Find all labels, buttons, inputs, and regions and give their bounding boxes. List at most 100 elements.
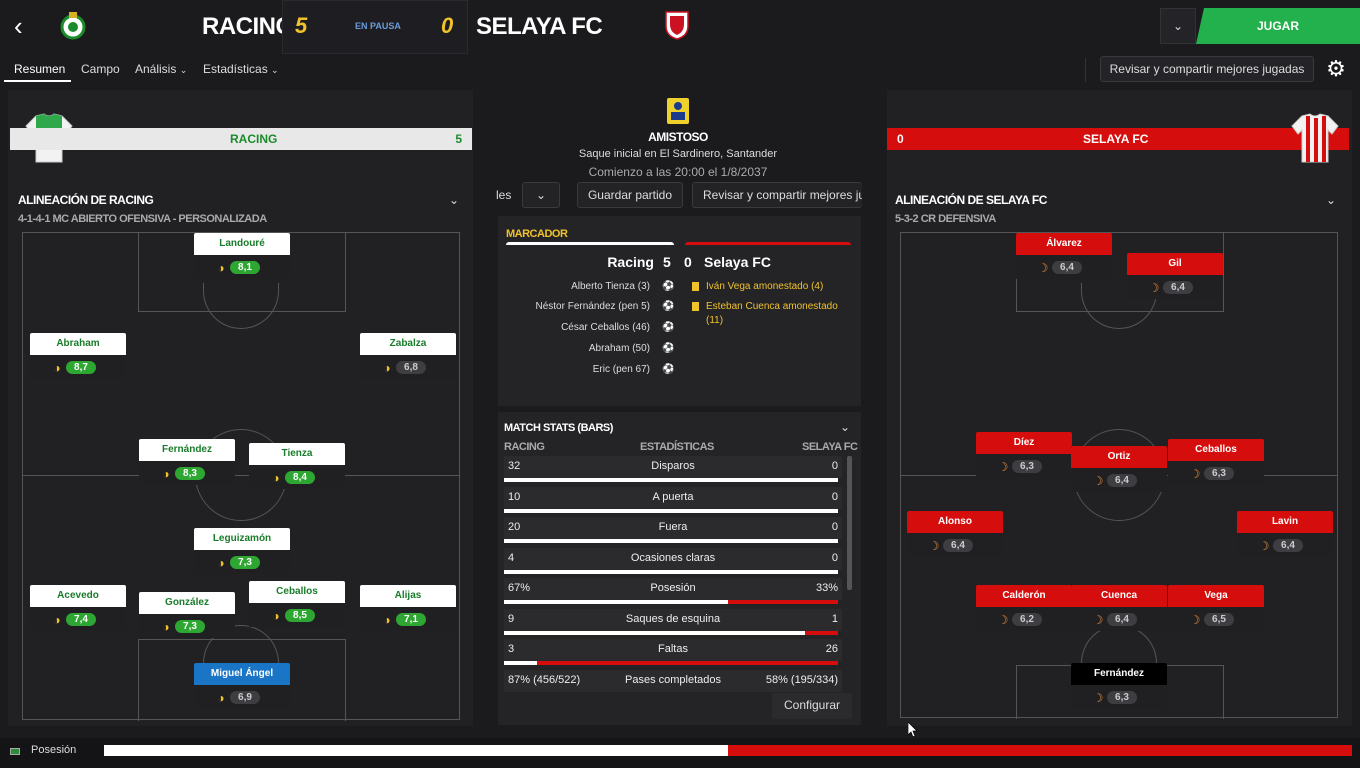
scoreboard-title: MARCADOR (506, 228, 568, 240)
stat-label: Saques de esquina (625, 612, 721, 625)
active-tab-underline (4, 80, 71, 82)
home-player-card[interactable]: Fernández ◑ 8,3 (139, 439, 235, 485)
home-player-card[interactable]: Landouré ◑ 8,1 (194, 233, 290, 279)
stat-bar-home (504, 630, 805, 635)
home-player-card[interactable]: Abraham ◑ 8,7 (30, 333, 126, 379)
possession-icon (10, 748, 20, 755)
home-player-card[interactable]: González ◑ 7,3 (139, 592, 235, 638)
home-player-card[interactable]: Alijas ◑ 7,1 (360, 585, 456, 631)
form-icon: ☽ (1148, 281, 1160, 295)
stat-row: 87% (456/522) Pases completados 58% (195/3… (504, 669, 842, 692)
away-player-card[interactable]: Álvarez ☽ 6,4 (1016, 233, 1112, 279)
stat-bar-home (504, 539, 838, 543)
player-rating: 7,1 (396, 613, 426, 626)
away-team-name: SELAYA FC (476, 13, 603, 40)
away-score: 0 (441, 13, 454, 38)
away-player-card[interactable]: Ortiz ☽ 6,4 (1071, 446, 1167, 492)
away-player-card[interactable]: Alonso ☽ 6,4 (907, 511, 1003, 557)
home-player-card[interactable]: Leguizamón ◑ 7,3 (194, 528, 290, 574)
stat-row: 4 Ocasiones claras 0 (504, 547, 842, 570)
tab-estadisticas[interactable]: Estadísticas ⌄ (203, 62, 279, 76)
kickoff-text: Comienzo a las 20:00 el 1/8/2037 (588, 165, 768, 179)
player-rating: 6,4 (1052, 261, 1082, 274)
chevron-down-icon[interactable]: ⌄ (840, 420, 850, 434)
away-player-card[interactable]: Gil ☽ 6,4 (1127, 253, 1223, 299)
chevron-down-icon[interactable]: ⌄ (1326, 193, 1336, 207)
away-lineup-title: ALINEACIÓN DE SELAYA FC (895, 193, 1047, 207)
left-dropdown-label[interactable]: les (496, 188, 511, 202)
player-rating: 6,3 (1107, 691, 1137, 704)
home-pitch (22, 232, 460, 721)
stat-label: A puerta (652, 490, 694, 503)
stat-bar-home (504, 508, 838, 513)
chevron-down-icon: ⌄ (271, 65, 279, 75)
player-name: Miguel Ángel (194, 663, 290, 685)
card-event-continued: (11) (706, 315, 724, 326)
form-icon: ◑ (272, 609, 280, 623)
ball-icon: ⚽ (662, 364, 675, 375)
stats-col-mid: ESTADÍSTICAS (640, 441, 714, 453)
stat-row: 10 A puerta 0 (504, 486, 842, 509)
stat-away-value: 0 (831, 490, 838, 503)
play-dropdown-button[interactable]: ⌄ (1160, 8, 1196, 44)
stat-away-value: 0 (831, 460, 838, 472)
away-player-card[interactable]: Cuenca ☽ 6,4 (1071, 585, 1167, 631)
away-player-card[interactable]: Vega ☽ 6,5 (1168, 585, 1264, 631)
player-rating: 7,3 (175, 620, 205, 633)
player-name: Lavin (1237, 511, 1333, 533)
form-icon: ◑ (383, 361, 391, 375)
card-event: Esteban Cuenca amonestado (706, 301, 838, 312)
home-player-card[interactable]: Miguel Ángel ◑ 6,9 (194, 663, 290, 709)
play-button[interactable]: JUGAR (1196, 8, 1360, 44)
stat-away-value: 0 (831, 521, 838, 533)
home-player-card[interactable]: Acevedo ◑ 7,4 (30, 585, 126, 631)
ball-icon: ⚽ (662, 281, 675, 292)
divider (1085, 58, 1086, 82)
chevron-down-icon: ⌄ (1172, 19, 1184, 33)
home-player-card[interactable]: Ceballos ◑ 8,5 (249, 581, 345, 627)
away-player-card[interactable]: Lavin ☽ 6,4 (1237, 511, 1333, 557)
review-share-button[interactable]: Revisar y compartir mejores ju (692, 182, 862, 208)
review-highlights-button[interactable]: Revisar y compartir mejores jugadas (1100, 56, 1314, 82)
player-name: Ortiz (1071, 446, 1167, 468)
player-rating: 6,4 (1107, 613, 1137, 626)
form-icon: ☽ (1258, 539, 1270, 553)
form-icon: ◑ (217, 261, 225, 275)
away-shirt-icon (1290, 112, 1340, 164)
tab-campo[interactable]: Campo (81, 62, 120, 76)
card-event: Iván Vega amonestado (4) (706, 281, 824, 292)
stats-col-home: RACING (504, 441, 545, 453)
ball-icon: ⚽ (662, 322, 675, 333)
gear-icon[interactable]: ⚙ (1322, 56, 1350, 82)
goal-event: Néstor Fernández (pen 5) (535, 301, 650, 312)
player-rating: 6,4 (1107, 474, 1137, 487)
home-player-card[interactable]: Tienza ◑ 8,4 (249, 443, 345, 489)
form-icon: ☽ (1189, 467, 1201, 481)
away-player-card[interactable]: Ceballos ☽ 6,3 (1168, 439, 1264, 485)
left-dropdown-button[interactable]: ⌄ (522, 182, 560, 208)
away-player-card[interactable]: Díez ☽ 6,3 (976, 432, 1072, 478)
player-rating: 8,5 (285, 609, 315, 622)
chevron-down-icon[interactable]: ⌄ (449, 193, 459, 207)
footer-label: Posesión (31, 744, 77, 756)
tab-resumen[interactable]: Resumen (14, 62, 65, 76)
away-team-bar: 0 SELAYA FC (887, 128, 1349, 150)
player-name: González (139, 592, 235, 614)
configure-button[interactable]: Configurar (772, 693, 852, 719)
home-player-card[interactable]: Zabalza ◑ 6,8 (360, 333, 456, 379)
back-icon[interactable]: ‹ (14, 12, 40, 40)
save-match-button[interactable]: Guardar partido (577, 182, 683, 208)
away-player-card[interactable]: Calderón ☽ 6,2 (976, 585, 1072, 631)
stat-label: Ocasiones claras (630, 551, 716, 564)
tab-analisis[interactable]: Análisis ⌄ (135, 62, 187, 76)
player-name: Tienza (249, 443, 345, 465)
away-player-card[interactable]: Fernández ☽ 6,3 (1071, 663, 1167, 709)
goal-event: César Ceballos (46) (561, 322, 650, 333)
away-bar-score: 0 (897, 132, 904, 146)
away-color-bar (685, 242, 851, 245)
player-name: Acevedo (30, 585, 126, 607)
stat-away-value: 1 (831, 612, 838, 625)
player-rating: 6,2 (1012, 613, 1042, 626)
stats-scrollbar[interactable] (847, 456, 852, 590)
scoreboard-away-name: Selaya FC (704, 254, 771, 270)
